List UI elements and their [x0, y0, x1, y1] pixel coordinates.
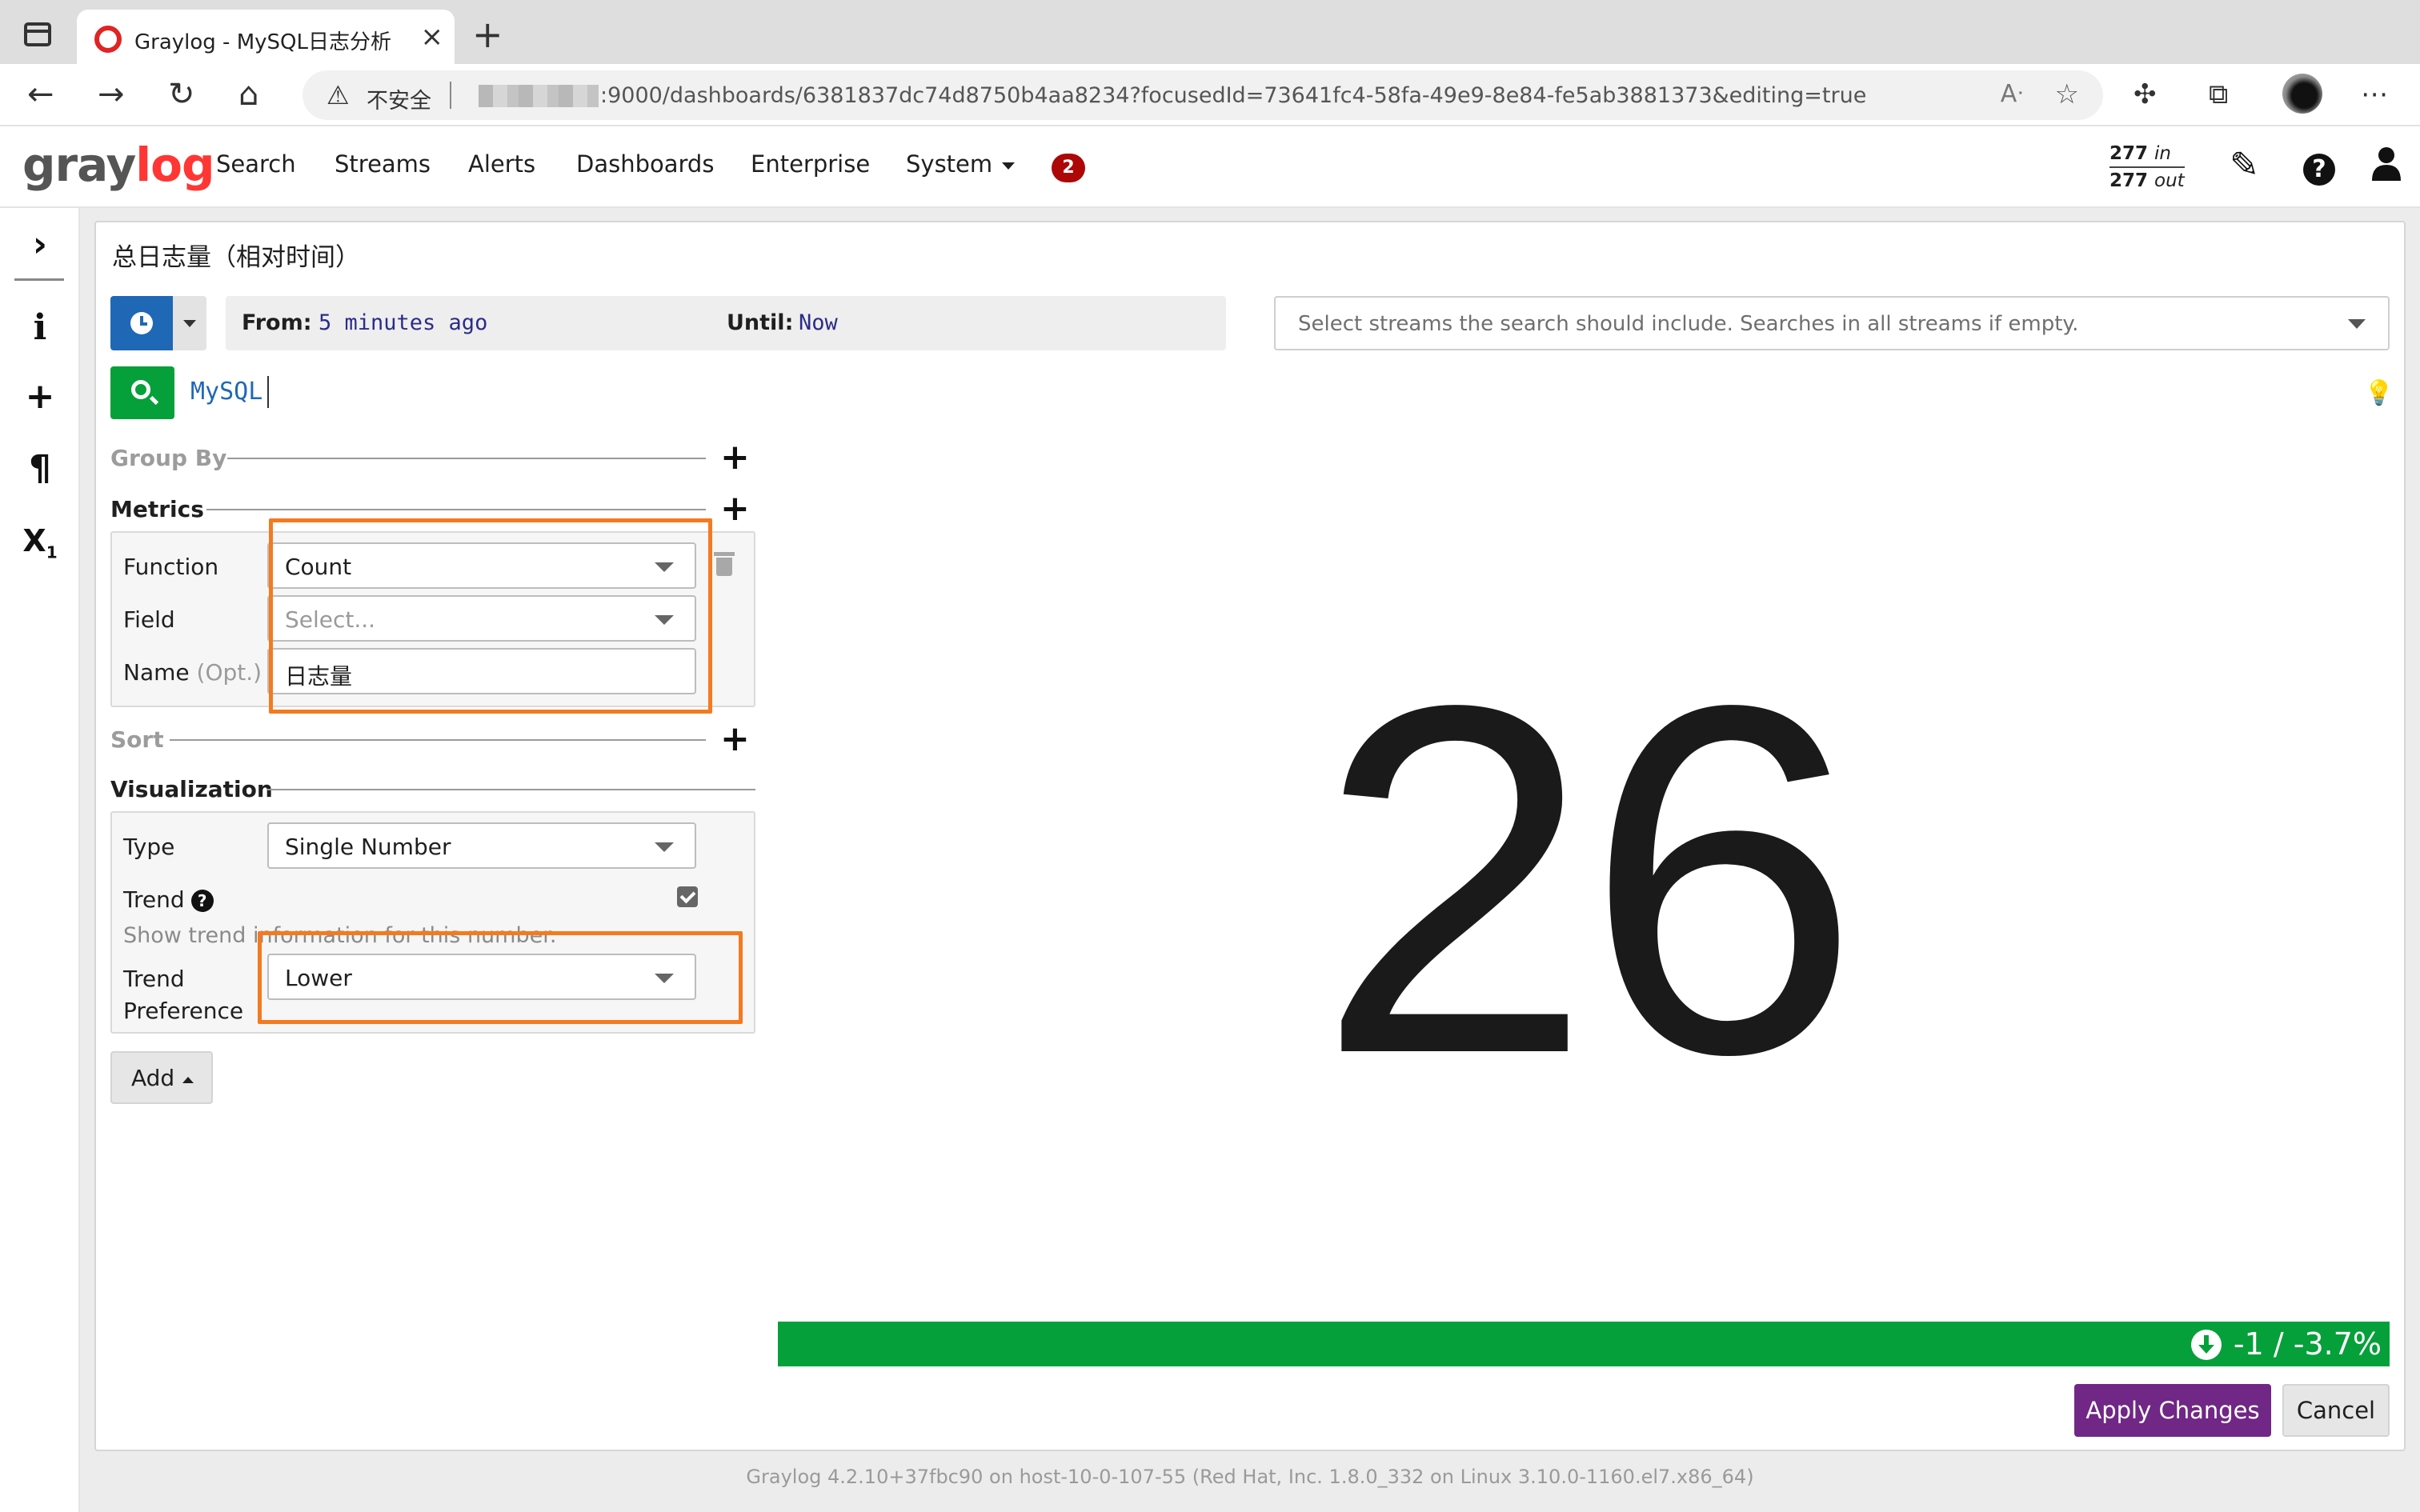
trend-bar: -1 / -3.7% [778, 1322, 2390, 1366]
until-value: Now [799, 310, 838, 335]
search-query-input[interactable]: MySQL [190, 378, 262, 406]
more-menu-icon[interactable]: ⋯ [2361, 78, 2388, 110]
graylog-navbar: graylog Search Streams Alerts Dashboards… [0, 126, 2420, 208]
type-value: Single Number [285, 834, 451, 860]
metrics-heading: Metrics [110, 496, 204, 522]
arrow-down-circle-icon [2191, 1330, 2222, 1360]
visualization-heading: Visualization [110, 776, 273, 802]
user-icon[interactable] [2370, 146, 2402, 190]
search-icon [131, 380, 150, 399]
chevron-down-icon [655, 842, 674, 852]
trend-delta-text: -1 / -3.7% [2233, 1326, 2382, 1362]
graylog-logo[interactable]: graylog [22, 138, 215, 192]
warning-icon[interactable]: ⚠ [327, 80, 350, 110]
name-label: Name (Opt.) [123, 659, 262, 686]
function-label: Function [123, 554, 219, 580]
tab-actions-icon[interactable] [24, 22, 51, 46]
home-icon[interactable]: ⌂ [238, 77, 258, 112]
create-icon[interactable]: + [0, 376, 80, 418]
trend-label: Trend? [123, 886, 214, 913]
paragraph-icon[interactable]: ¶ [0, 448, 80, 490]
masked-host [479, 85, 599, 107]
back-icon[interactable]: ← [27, 77, 54, 112]
throughput-indicator[interactable]: 277 in 277 out [2109, 141, 2185, 194]
scratchpad-edit-icon[interactable]: ✎ [2230, 146, 2259, 186]
footer-version: Graylog 4.2.10+37fbc90 on host-10-0-107-… [746, 1466, 1754, 1488]
text-cursor [267, 376, 269, 408]
notifications-badge[interactable]: 2 [1052, 154, 1085, 182]
metrics-divider [206, 509, 706, 510]
nav-system[interactable]: System [906, 150, 1016, 178]
time-range-button[interactable] [110, 296, 173, 350]
streams-select[interactable]: Select streams the search should include… [1274, 296, 2390, 350]
caret-up-icon [182, 1077, 194, 1083]
annotation-highlight-metrics [269, 518, 712, 714]
sidebar-divider [14, 278, 64, 281]
insecure-label[interactable]: 不安全 [367, 83, 431, 114]
type-label: Type [123, 834, 175, 860]
group-by-divider [227, 458, 706, 459]
address-bar[interactable]: ⚠ 不安全 :9000/dashboards/6381837dc74d8750b… [302, 70, 2103, 120]
streams-placeholder: Select streams the search should include… [1298, 312, 2079, 336]
add-metric-icon[interactable]: + [720, 491, 750, 526]
nav-search[interactable]: Search [216, 150, 296, 178]
group-by-heading: Group By [110, 445, 227, 471]
trend-checkbox[interactable] [677, 886, 698, 907]
widget-title[interactable]: 总日志量（相对时间） [112, 237, 360, 273]
field-label: Field [123, 606, 175, 633]
url-text[interactable]: :9000/dashboards/6381837dc74d8750b4aa823… [600, 83, 1866, 108]
new-tab-button[interactable]: + [472, 16, 503, 53]
help-question-icon[interactable]: ? [190, 890, 214, 912]
browser-tab[interactable]: Graylog - MySQL日志分析 × [77, 10, 455, 64]
apply-changes-button[interactable]: Apply Changes [2074, 1384, 2271, 1437]
add-button-label: Add [131, 1065, 175, 1091]
search-button[interactable] [110, 366, 174, 419]
close-tab-icon[interactable]: × [421, 21, 444, 53]
browser-toolbar: ← → ↻ ⌂ ⚠ 不安全 :9000/dashboards/6381837dc… [0, 64, 2420, 126]
add-group-by-icon[interactable]: + [720, 440, 750, 475]
fields-icon[interactable]: X1 [0, 520, 80, 574]
graylog-favicon-icon [94, 26, 122, 53]
delete-metric-icon[interactable] [714, 552, 735, 576]
chevron-down-icon [1002, 162, 1016, 170]
read-aloud-icon[interactable]: Aᐧ [2001, 80, 2023, 108]
until-label: Until: [727, 310, 794, 335]
reload-icon[interactable]: ↻ [168, 77, 195, 112]
sort-divider [170, 739, 706, 741]
nav-enterprise[interactable]: Enterprise [751, 150, 870, 178]
add-button[interactable]: Add [110, 1051, 213, 1104]
trend-preference-label: Trend Preference [123, 966, 244, 1024]
expand-sidebar-icon[interactable]: › [0, 224, 80, 266]
favorite-star-icon[interactable]: ☆ [2055, 78, 2079, 110]
add-sort-icon[interactable]: + [720, 722, 750, 757]
annotation-highlight-trend [258, 931, 743, 1024]
time-range-dropdown[interactable] [173, 296, 206, 350]
lightbulb-icon[interactable]: 💡 [2364, 379, 2394, 407]
cancel-button[interactable]: Cancel [2282, 1384, 2390, 1437]
nav-dashboards[interactable]: Dashboards [576, 150, 714, 178]
from-value: 5 minutes ago [319, 310, 488, 335]
collections-icon[interactable]: ⧉ [2209, 78, 2228, 110]
profile-avatar[interactable] [2282, 74, 2322, 114]
browser-tab-bar: Graylog - MySQL日志分析 × + [0, 0, 2420, 64]
extensions-icon[interactable]: ✣ [2134, 78, 2157, 110]
nav-alerts[interactable]: Alerts [468, 150, 535, 178]
visualization-divider [267, 789, 755, 790]
chevron-down-icon [2348, 319, 2366, 329]
nav-streams[interactable]: Streams [335, 150, 431, 178]
browser-tab-title: Graylog - MySQL日志分析 [134, 30, 391, 54]
time-range-display[interactable]: From: 5 minutes ago Until: Now [226, 296, 1226, 350]
left-sidebar: › i + ¶ X1 [0, 208, 80, 1512]
clock-icon [130, 312, 153, 334]
sort-heading: Sort [110, 726, 164, 753]
forward-icon[interactable]: → [98, 77, 125, 112]
visualization-type-select[interactable]: Single Number [267, 822, 696, 869]
info-icon[interactable]: i [0, 307, 80, 349]
help-icon[interactable]: ? [2303, 146, 2335, 186]
from-label: From: [242, 310, 312, 335]
single-number-value: 26 [1316, 603, 1861, 1157]
address-divider [450, 82, 451, 109]
